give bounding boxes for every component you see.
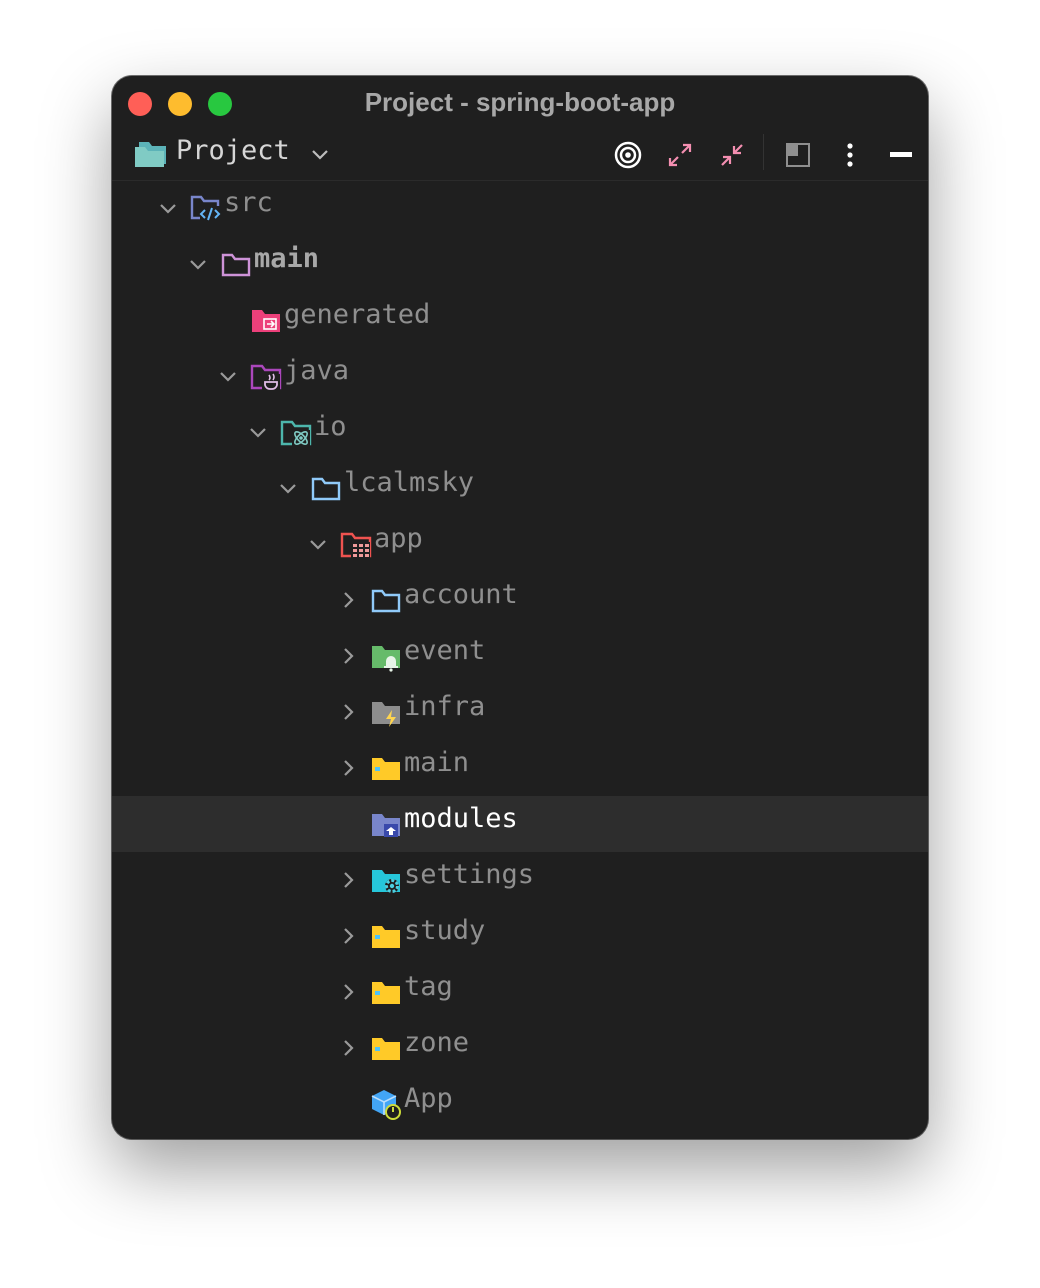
tree-item-label: java xyxy=(284,355,350,386)
tree-item-generated[interactable]: generated xyxy=(112,292,928,348)
tree-item-label: settings xyxy=(404,859,535,890)
chevron-down-icon[interactable] xyxy=(310,144,330,169)
tree-item-src[interactable]: src xyxy=(112,180,928,236)
tree-item-infra[interactable]: infra xyxy=(112,684,928,740)
package-folder-icon xyxy=(370,920,402,952)
modules-folder-icon xyxy=(370,808,402,840)
tree-item-label: src xyxy=(224,187,273,218)
tree-item-label: main xyxy=(254,243,320,274)
tree-item-label: study xyxy=(404,915,486,946)
chevron-down-icon[interactable] xyxy=(246,420,270,444)
tree-item-label: io xyxy=(314,411,347,442)
project-view-selector[interactable]: Project xyxy=(176,135,290,166)
tree-item-label: modules xyxy=(404,803,518,834)
title-bar: Project - spring-boot-app xyxy=(112,76,928,130)
toolbar-divider xyxy=(763,134,764,170)
chevron-down-icon[interactable] xyxy=(216,364,240,388)
chevron-down-icon[interactable] xyxy=(186,252,210,276)
app-folder-icon xyxy=(340,528,372,560)
collapse-icon[interactable] xyxy=(715,138,749,172)
infra-folder-icon xyxy=(370,696,402,728)
package-folder-icon xyxy=(370,976,402,1008)
chevron-right-icon[interactable] xyxy=(336,700,360,724)
tree-item-event[interactable]: event xyxy=(112,628,928,684)
project-window: Project - spring-boot-app Project src ma… xyxy=(112,76,928,1139)
window-title: Project - spring-boot-app xyxy=(364,87,676,117)
tree-item-study[interactable]: study xyxy=(112,908,928,964)
source-folder-icon xyxy=(190,192,222,224)
settings-folder-icon xyxy=(370,864,402,896)
chevron-down-icon[interactable] xyxy=(306,532,330,556)
tree-item-label: event xyxy=(404,635,486,666)
project-folder-icon xyxy=(134,140,168,173)
tree-item-label: infra xyxy=(404,691,486,722)
tree-item-account[interactable]: account xyxy=(112,572,928,628)
tree-item-tag[interactable]: tag xyxy=(112,964,928,1020)
folder-icon xyxy=(370,584,402,616)
chevron-right-icon[interactable] xyxy=(336,756,360,780)
folder-icon xyxy=(220,248,252,280)
chevron-down-icon[interactable] xyxy=(276,476,300,500)
tree-item-label: app xyxy=(374,523,423,554)
folder-icon xyxy=(310,472,342,504)
layout-icon[interactable] xyxy=(781,138,815,172)
tree-item-java[interactable]: java xyxy=(112,348,928,404)
chevron-right-icon[interactable] xyxy=(336,924,360,948)
event-folder-icon xyxy=(370,640,402,672)
tree-item-label: zone xyxy=(404,1027,470,1058)
more-icon[interactable] xyxy=(833,138,867,172)
tree-item-io[interactable]: io xyxy=(112,404,928,460)
tree-item-label: main xyxy=(404,747,470,778)
tree-item-settings[interactable]: settings xyxy=(112,852,928,908)
project-toolbar: Project xyxy=(112,130,928,181)
tree-item-label: tag xyxy=(404,971,453,1002)
tree-item-label: lcalmsky xyxy=(344,467,475,498)
chevron-right-icon[interactable] xyxy=(336,1036,360,1060)
spring-app-icon xyxy=(370,1088,402,1120)
tree-item-label: App xyxy=(404,1083,453,1114)
generated-folder-icon xyxy=(250,304,282,336)
tree-item-modules[interactable]: modules xyxy=(112,796,928,852)
tree-item-label: generated xyxy=(284,299,431,330)
tree-item-app[interactable]: App xyxy=(112,1076,928,1132)
target-icon[interactable] xyxy=(611,138,645,172)
package-folder-icon xyxy=(370,1032,402,1064)
expand-icon[interactable] xyxy=(663,138,697,172)
tree-item-main[interactable]: main xyxy=(112,236,928,292)
chevron-right-icon[interactable] xyxy=(336,868,360,892)
tree-item-label: account xyxy=(404,579,518,610)
minimize-icon[interactable] xyxy=(885,138,919,172)
tree-item-lcalmsky[interactable]: lcalmsky xyxy=(112,460,928,516)
tree-item-app[interactable]: app xyxy=(112,516,928,572)
atom-folder-icon xyxy=(280,416,312,448)
chevron-down-icon[interactable] xyxy=(156,196,180,220)
tree-item-main[interactable]: main xyxy=(112,740,928,796)
java-folder-icon xyxy=(250,360,282,392)
chevron-right-icon[interactable] xyxy=(336,588,360,612)
tree-item-zone[interactable]: zone xyxy=(112,1020,928,1076)
chevron-right-icon[interactable] xyxy=(336,644,360,668)
chevron-right-icon[interactable] xyxy=(336,980,360,1004)
project-tree: src main generated java io lcalmsky app account… xyxy=(112,180,928,1132)
package-folder-icon xyxy=(370,752,402,784)
